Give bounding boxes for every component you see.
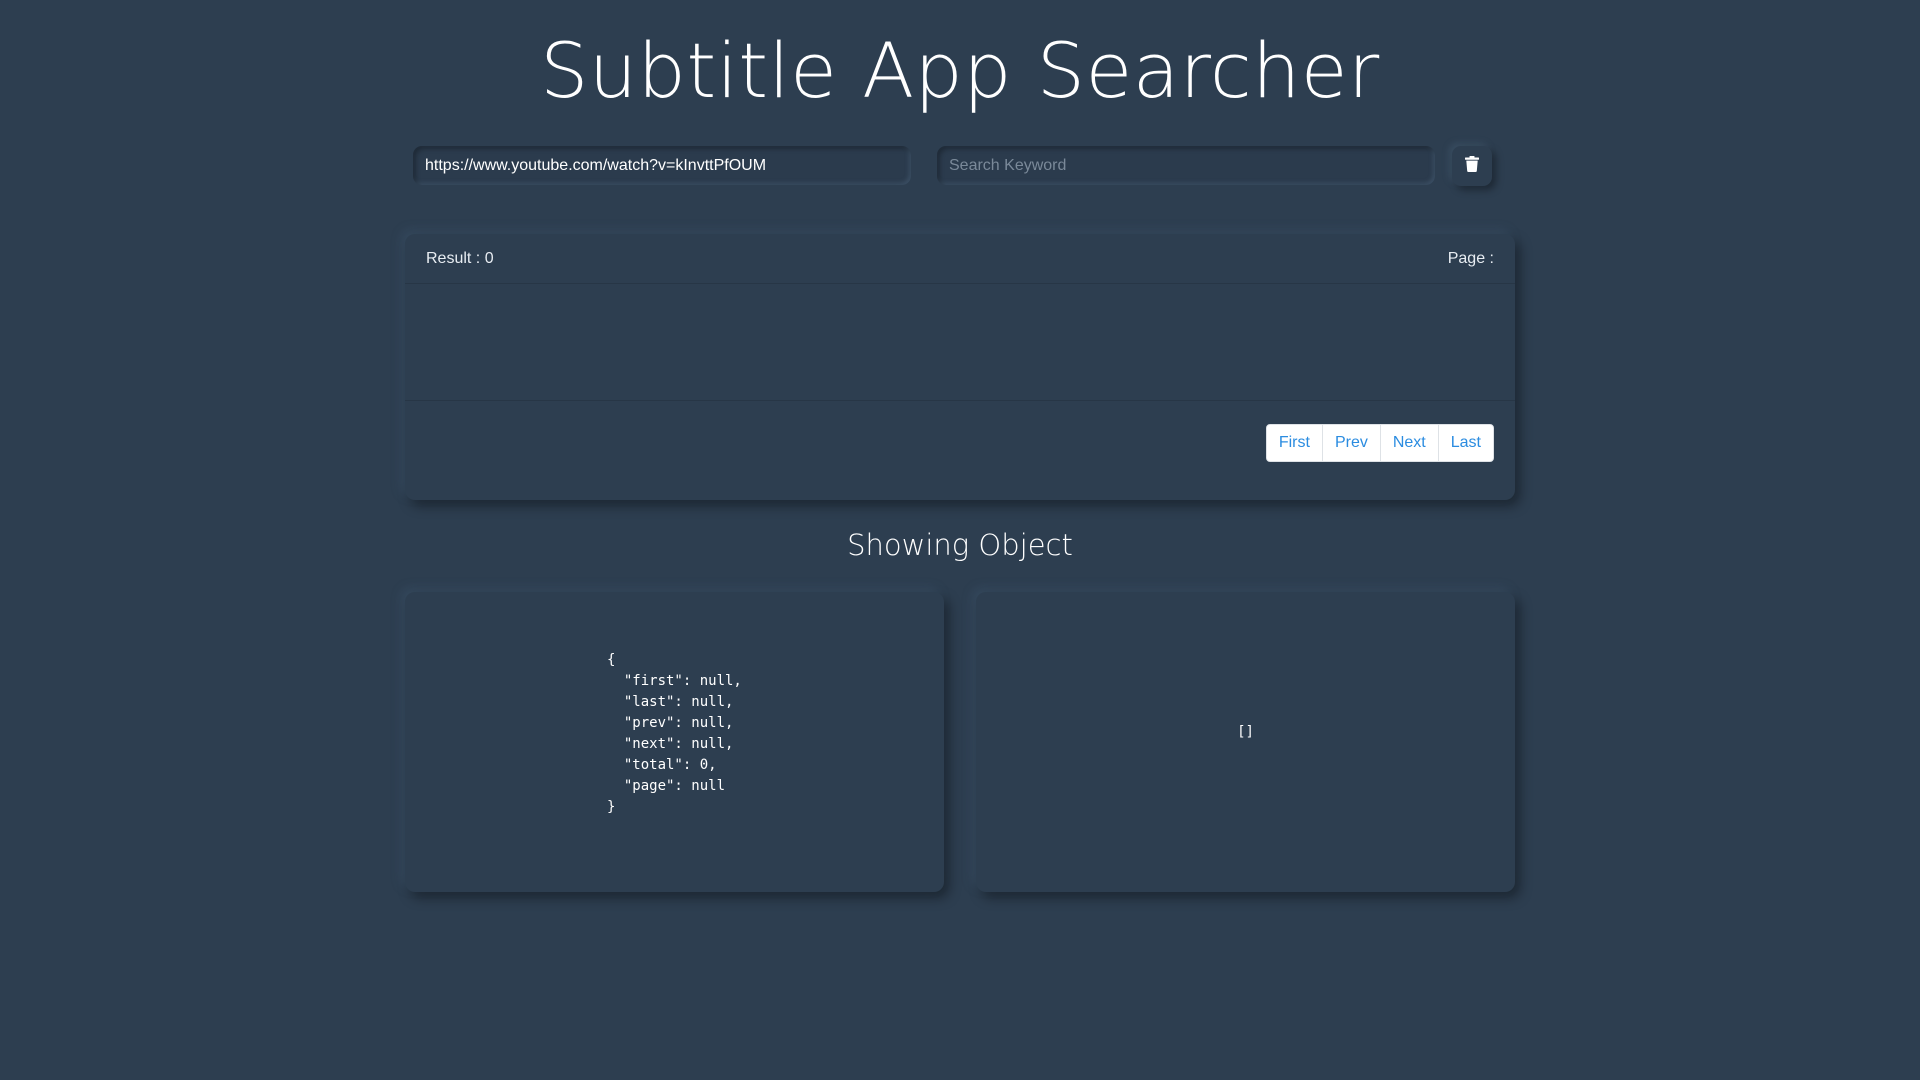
next-page-button[interactable]: Next — [1379, 425, 1438, 461]
results-card: Result : 0 Page : First Prev Next Last — [405, 234, 1515, 500]
prev-page-button[interactable]: Prev — [1321, 425, 1380, 461]
results-object-card: [] — [976, 592, 1515, 892]
search-keyword-input[interactable] — [937, 146, 1435, 185]
trash-icon — [1465, 156, 1479, 176]
results-json: [] — [1237, 724, 1254, 740]
results-footer: First Prev Next Last — [405, 400, 1515, 500]
page-indicator: Page : — [1447, 250, 1494, 267]
pagination-json: { "first": null, "last": null, "prev": n… — [607, 652, 742, 815]
first-page-button[interactable]: First — [1266, 425, 1322, 461]
pagination-object-card: { "first": null, "last": null, "prev": n… — [405, 592, 944, 892]
results-body — [405, 284, 1515, 400]
app-title: Subtitle App Searcher — [540, 26, 1380, 115]
result-count: Result : 0 — [426, 250, 494, 267]
clear-button[interactable] — [1452, 146, 1492, 186]
video-url-input[interactable] — [413, 146, 911, 185]
last-page-button[interactable]: Last — [1437, 425, 1493, 461]
results-header: Result : 0 Page : — [405, 234, 1515, 284]
pagination: First Prev Next Last — [1265, 424, 1494, 462]
showing-object-title: Showing Object — [847, 528, 1073, 562]
search-bar — [413, 146, 1493, 186]
